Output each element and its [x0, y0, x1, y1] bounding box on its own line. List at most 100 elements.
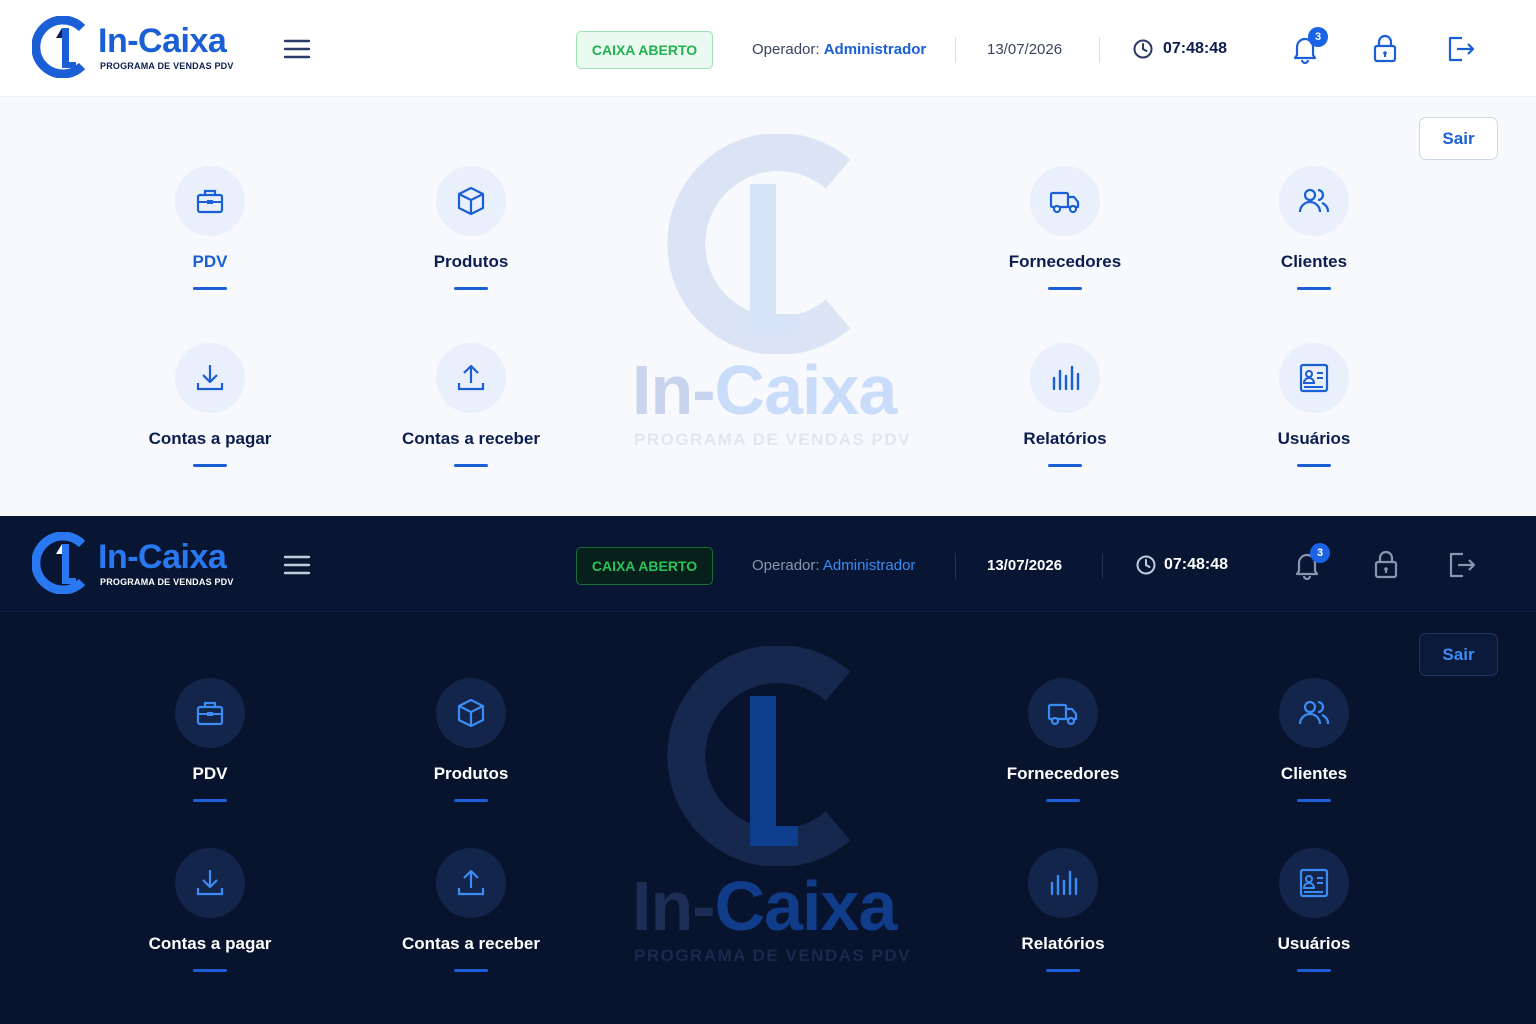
module-underline	[1048, 287, 1082, 290]
module-underline	[1297, 969, 1331, 972]
watermark-brand-part2: Caixa	[714, 351, 898, 429]
module-relatorios[interactable]: Relatórios	[963, 848, 1163, 988]
download-icon	[196, 870, 224, 896]
current-time: 07:48:48	[1163, 40, 1228, 57]
top-header: In-Caixa PROGRAMA DE VENDAS PDV CAIXA AB…	[0, 0, 1536, 97]
logo-mark-icon	[32, 16, 86, 78]
upload-icon	[457, 364, 485, 391]
module-icon-circle	[1279, 848, 1349, 918]
watermark-brand-part1: In-	[632, 351, 716, 429]
bar-chart-icon	[1052, 365, 1080, 391]
module-icon-circle	[1279, 343, 1349, 413]
module-icon-circle	[436, 166, 506, 236]
module-underline	[1046, 799, 1080, 802]
module-contas-a-pagar[interactable]: Contas a pagar	[110, 848, 310, 988]
module-produtos[interactable]: Produtos	[371, 166, 571, 306]
id-card-icon	[1299, 363, 1329, 393]
watermark-brand-part2: Caixa	[714, 867, 898, 945]
module-pdv[interactable]: PDV	[110, 678, 310, 818]
brand-watermark: In-Caixa PROGRAMA DE VENDAS PDV	[620, 646, 920, 986]
module-contas-a-receber[interactable]: Contas a receber	[371, 343, 571, 483]
module-underline	[454, 969, 488, 972]
watermark-logo-icon	[667, 646, 851, 866]
module-usuarios[interactable]: Usuários	[1214, 848, 1414, 988]
module-icon-circle	[1028, 678, 1098, 748]
sair-button[interactable]: Sair	[1419, 633, 1498, 676]
cash-register-icon	[196, 189, 224, 214]
watermark-tagline: PROGRAMA DE VENDAS PDV	[634, 946, 912, 965]
module-label: Relatórios	[1021, 934, 1105, 953]
brand-logo[interactable]: In-Caixa PROGRAMA DE VENDAS PDV	[32, 16, 242, 80]
dark-theme-panel: In-Caixa PROGRAMA DE VENDAS PDV CAIXA AB…	[0, 516, 1536, 1024]
operator-info: Operador: Administrador	[752, 557, 915, 574]
clock-icon	[1136, 555, 1156, 575]
lock-icon[interactable]	[1368, 32, 1402, 66]
box-icon	[457, 186, 485, 216]
brand-tagline: PROGRAMA DE VENDAS PDV	[100, 577, 234, 587]
operator-info: Operador: Administrador	[752, 41, 926, 58]
operator-name: Administrador	[823, 41, 927, 58]
notification-count-badge: 3	[1310, 543, 1330, 563]
upload-icon	[457, 869, 485, 896]
module-label: Contas a receber	[402, 429, 540, 448]
module-label: Produtos	[433, 764, 509, 783]
watermark-brand: In-Caixa	[632, 866, 898, 946]
module-underline	[1048, 464, 1082, 467]
logo-mark-icon	[32, 532, 86, 594]
module-underline	[193, 287, 227, 290]
module-icon-circle	[175, 166, 245, 236]
users-icon	[1298, 700, 1330, 725]
module-contas-a-receber[interactable]: Contas a receber	[371, 848, 571, 988]
operator-label: Operador:	[752, 557, 820, 574]
module-fornecedores[interactable]: Fornecedores	[965, 166, 1165, 306]
clock-icon	[1133, 39, 1153, 59]
module-icon-circle	[175, 848, 245, 918]
divider	[1102, 553, 1103, 579]
module-label: Clientes	[1280, 764, 1348, 783]
module-label: Fornecedores	[1006, 764, 1120, 783]
module-label: Contas a pagar	[148, 429, 272, 448]
logout-icon[interactable]	[1444, 32, 1478, 66]
divider	[955, 553, 956, 579]
sair-button[interactable]: Sair	[1419, 117, 1498, 160]
users-icon	[1298, 188, 1330, 213]
logout-icon[interactable]	[1445, 548, 1479, 582]
lock-icon[interactable]	[1369, 548, 1403, 582]
module-clientes[interactable]: Clientes	[1214, 166, 1414, 306]
module-clientes[interactable]: Clientes	[1214, 678, 1414, 818]
module-icon-circle	[175, 343, 245, 413]
module-icon-circle	[1028, 848, 1098, 918]
module-underline	[454, 287, 488, 290]
module-underline	[1046, 969, 1080, 972]
module-icon-circle	[436, 678, 506, 748]
module-label: PDV	[192, 764, 228, 783]
module-produtos[interactable]: Produtos	[371, 678, 571, 818]
module-underline	[454, 799, 488, 802]
hamburger-menu-icon[interactable]	[282, 552, 312, 578]
module-label: Produtos	[433, 252, 509, 271]
cashier-status-badge: CAIXA ABERTO	[576, 547, 713, 585]
module-icon-circle	[436, 848, 506, 918]
truck-icon	[1049, 191, 1080, 214]
module-icon-circle	[1279, 678, 1349, 748]
module-relatorios[interactable]: Relatórios	[965, 343, 1165, 483]
module-usuarios[interactable]: Usuários	[1214, 343, 1414, 483]
module-underline	[193, 799, 227, 802]
module-icon-circle	[1030, 166, 1100, 236]
module-label: Contas a receber	[402, 934, 540, 953]
operator-label: Operador:	[752, 41, 820, 58]
module-icon-circle	[1030, 343, 1100, 413]
download-icon	[196, 365, 224, 391]
module-contas-a-pagar[interactable]: Contas a pagar	[110, 343, 310, 483]
module-underline	[193, 969, 227, 972]
notification-count-badge: 3	[1308, 27, 1328, 47]
module-label: Usuários	[1277, 429, 1351, 448]
watermark-brand: In-Caixa	[632, 350, 898, 430]
hamburger-menu-icon[interactable]	[282, 36, 312, 62]
current-time: 07:48:48	[1164, 556, 1229, 573]
module-label: Usuários	[1277, 934, 1351, 953]
module-pdv[interactable]: PDV	[110, 166, 310, 306]
module-fornecedores[interactable]: Fornecedores	[963, 678, 1163, 818]
brand-logo[interactable]: In-Caixa PROGRAMA DE VENDAS PDV	[32, 532, 242, 596]
watermark-logo-icon	[667, 134, 851, 354]
